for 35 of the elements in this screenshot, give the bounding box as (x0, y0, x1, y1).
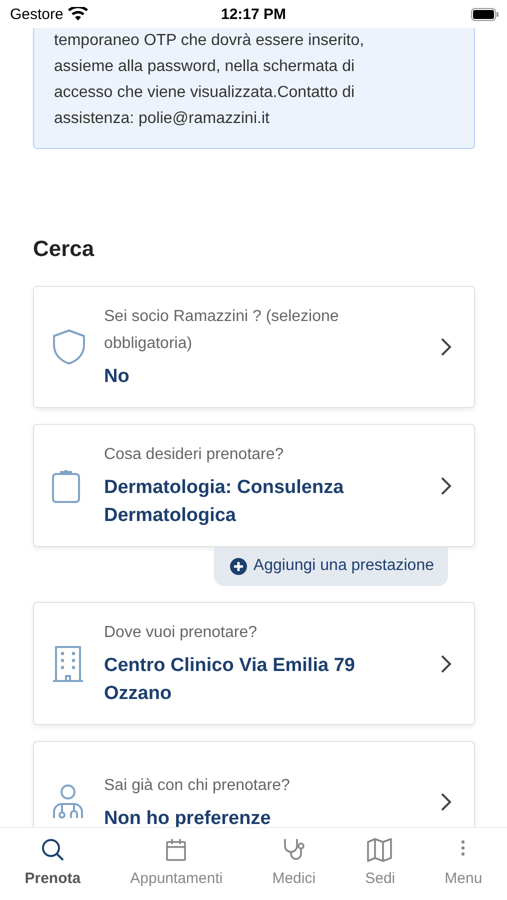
wifi-icon (68, 7, 88, 21)
tab-item[interactable]: Sedi (361, 828, 400, 900)
selection-card[interactable]: Dove vuoi prenotare? Centro Clinico Via Emilia 79 Ozzano (33, 602, 475, 725)
calendar-icon (165, 838, 188, 862)
clipboard-icon (52, 468, 80, 502)
tab-item[interactable]: Appuntamenti (126, 828, 227, 900)
card-label: Dove vuoi prenotare? (104, 623, 258, 643)
card-value: Centro Clinico Via Emilia 79 Ozzano (104, 654, 356, 706)
map-icon (367, 838, 394, 862)
section-title: Cerca (33, 236, 96, 262)
status-time: 12:17 PM (220, 6, 286, 22)
stethoscope-icon (282, 838, 306, 862)
tab-item[interactable]: Prenota (20, 828, 85, 900)
carrier-name: Gestore (10, 6, 64, 22)
search-icon (40, 838, 65, 862)
notice-text: temporaneo OTP che dovrà essere inserito, assieme alla password, nella schermata di accesso che viene visualizzata.Contatto di assistenza: polie@ramazzini.it (54, 31, 366, 129)
card-label: Cosa desideri prenotare? (104, 445, 285, 465)
add-service-button[interactable]: Aggiungi una prestazione (214, 547, 448, 586)
chevron-icon (440, 792, 452, 812)
battery-icon (471, 8, 499, 20)
chevron-icon (440, 654, 452, 674)
card-value: Dermatologia: Consulenza Dermatologica (104, 476, 345, 528)
card-value: No (104, 365, 130, 389)
selection-card[interactable]: Cosa desideri prenotare? Dermatologia: Consulenza Dermatologica (33, 424, 475, 547)
chevron-icon (440, 476, 452, 496)
plus-circle-icon (230, 558, 248, 574)
building-icon (52, 646, 84, 682)
card-label: Sei socio Ramazzini ? (selezione obbligatoria) (104, 307, 340, 354)
shield-icon (52, 329, 86, 365)
card-label: Sai già con chi prenotare? (104, 776, 291, 796)
tab-item[interactable]: Menu (440, 828, 486, 900)
doctor-icon (52, 784, 84, 820)
selection-card[interactable]: Sei socio Ramazzini ? (selezione obbligatoria) No (33, 286, 475, 408)
chevron-icon (440, 337, 452, 357)
tab-item[interactable]: Medici (268, 828, 320, 900)
